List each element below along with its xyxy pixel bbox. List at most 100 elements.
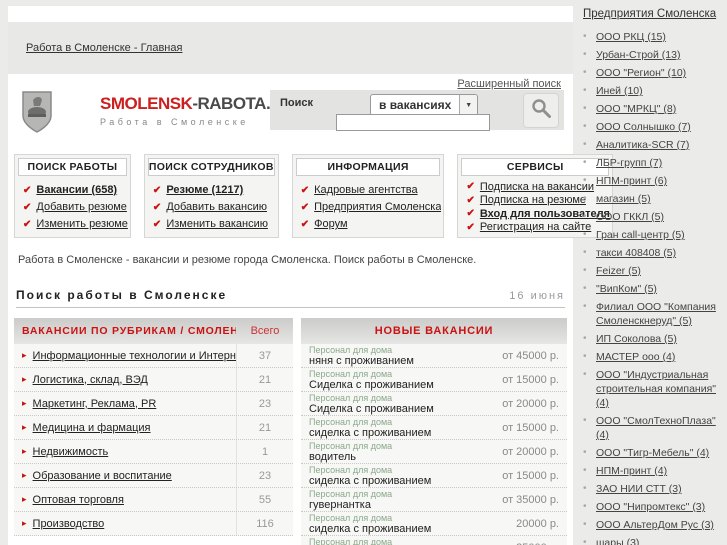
categories-table: ВАКАНСИИ ПО РУБРИКАМ / СМОЛЕНСК Всего ▸ … — [14, 318, 293, 545]
menu-item-link[interactable]: Вакансии (658) — [36, 184, 117, 196]
arrow-right-icon: ▸ — [22, 446, 27, 456]
category-link[interactable]: Маркетинг, Реклама, PR — [33, 398, 157, 410]
list-item: • Иней (10) — [581, 84, 723, 98]
company-link[interactable]: ООО "Регион" (10) — [596, 67, 686, 79]
menu-item[interactable]: ✔ Добавить резюме — [23, 201, 128, 213]
company-link[interactable]: ООО "СмолТехноПлаза" (4) — [596, 415, 716, 441]
chevron-down-icon[interactable]: ▼ — [459, 95, 478, 115]
logo-text-red: SMOLENSK — [100, 94, 193, 113]
check-icon: ✔ — [466, 181, 475, 193]
menu-item[interactable]: ✔ Резюме (1217) — [153, 184, 276, 196]
company-link[interactable]: ИП Соколова (5) — [596, 333, 677, 345]
company-link[interactable]: ООО "МРКЦ" (8) — [596, 103, 676, 115]
company-link[interactable]: ООО ГККЛ (5) — [596, 211, 664, 223]
menu-item[interactable]: ✔ Предприятия Смоленска — [301, 201, 442, 213]
company-link[interactable]: такси 408408 (5) — [596, 247, 676, 259]
search-button[interactable] — [523, 93, 559, 128]
menu-box-job-search: ПОИСК РАБОТЫ ✔ Вакансии (658) ✔ Добавить… — [14, 154, 131, 238]
table-row[interactable]: Персонал для дома сиделка с проживанием … — [301, 464, 567, 488]
company-link[interactable]: ООО РКЦ (15) — [596, 31, 666, 43]
table-row[interactable]: Персонал для дома гувернантка от 35000 р… — [301, 488, 567, 512]
company-link[interactable]: МАСТЕР ооо (4) — [596, 351, 675, 363]
bullet-icon: • — [583, 283, 587, 294]
menu-box-title: ПОИСК РАБОТЫ — [18, 158, 127, 176]
menu-item[interactable]: ✔ Вакансии (658) — [23, 184, 128, 196]
company-link[interactable]: шары (3) — [596, 537, 639, 545]
menu-item[interactable]: ✔ Кадровые агентства — [301, 184, 442, 196]
table-row[interactable]: Персонал для дома няня с проживанием от … — [301, 344, 567, 368]
content-columns: ВАКАНСИИ ПО РУБРИКАМ / СМОЛЕНСК Всего ▸ … — [14, 318, 567, 545]
breadcrumb-home-link[interactable]: Работа в Смоленске - Главная — [26, 42, 182, 54]
menu-item-link[interactable]: Резюме (1217) — [166, 184, 243, 196]
menu-item[interactable]: ✔ Изменить вакансию — [153, 218, 276, 230]
menu-item-link[interactable]: Предприятия Смоленска — [314, 201, 441, 213]
search-label: Поиск — [280, 97, 314, 109]
menu-item-link[interactable]: Добавить вакансию — [166, 201, 267, 213]
menu-item-link[interactable]: Изменить вакансию — [166, 218, 268, 230]
table-row[interactable]: Персонал для дома водитель от 20000 р. — [301, 440, 567, 464]
check-icon: ✔ — [466, 194, 475, 206]
company-link[interactable]: НПМ-принт (6) — [596, 175, 667, 187]
company-link[interactable]: ООО АльтерДом Рус (3) — [596, 519, 714, 531]
list-item: • НПМ-принт (6) — [581, 174, 723, 188]
company-link[interactable]: ООО "Нипромтекс" (3) — [596, 501, 705, 513]
vacancy-category: Персонал для дома — [309, 488, 393, 499]
company-link[interactable]: НПМ-принт (4) — [596, 465, 667, 477]
company-link[interactable]: Аналитика-SCR (7) — [596, 139, 689, 151]
bullet-icon: • — [583, 31, 587, 42]
table-row[interactable]: Персонал для дома няня 25000 р. — [301, 536, 567, 545]
category-link[interactable]: Оптовая торговля — [33, 494, 124, 506]
bullet-icon: • — [583, 537, 587, 545]
vacancy-title: сиделка с проживанием — [309, 474, 432, 487]
menu-item[interactable]: ✔ Добавить вакансию — [153, 201, 276, 213]
company-link[interactable]: ЛБР-групп (7) — [596, 157, 662, 169]
category-count: 21 — [236, 416, 293, 439]
category-link[interactable]: Недвижимость — [33, 446, 109, 458]
menu-item[interactable]: ✔ Форум — [301, 218, 442, 230]
category-link[interactable]: Образование и воспитание — [33, 470, 172, 482]
list-item: • НПМ-принт (4) — [581, 464, 723, 478]
company-link[interactable]: Иней (10) — [596, 85, 643, 97]
menu-item-link[interactable]: Регистрация на сайте — [480, 221, 591, 233]
company-link[interactable]: ООО Солнышко (7) — [596, 121, 691, 133]
table-row[interactable]: Персонал для дома Сиделка с проживанием … — [301, 392, 567, 416]
advanced-search-link[interactable]: Расширенный поиск — [457, 78, 561, 90]
category-link[interactable]: Информационные технологии и Интернет — [33, 350, 236, 362]
company-link[interactable]: Feizer (5) — [596, 265, 641, 277]
table-row: ▸ Информационные технологии и Интернет 3… — [14, 344, 293, 368]
categories-header-label: ВАКАНСИИ ПО РУБРИКАМ / СМОЛЕНСК — [22, 325, 236, 337]
company-link[interactable]: ЗАО НИИ СТТ (3) — [596, 483, 682, 495]
company-link[interactable]: магазин (5) — [596, 193, 651, 205]
menu-item-link[interactable]: Добавить резюме — [36, 201, 127, 213]
menu-item-link[interactable]: Кадровые агентства — [314, 184, 417, 196]
company-link[interactable]: ООО "Тигр-Мебель" (4) — [596, 447, 709, 459]
bullet-icon: • — [583, 211, 587, 222]
search-input[interactable] — [336, 114, 490, 131]
search-bar: Поиск в вакансиях ▼ — [270, 90, 564, 131]
companies-header-link[interactable]: Предприятия Смоленска — [583, 8, 723, 20]
search-scope-select[interactable]: в вакансиях ▼ — [370, 94, 479, 116]
table-row: ▸ Логистика, склад, ВЭД 21 — [14, 368, 293, 392]
menu-item-link[interactable]: Подписка на вакансии — [480, 181, 594, 193]
table-row[interactable]: Персонал для дома сиделка с проживанием … — [301, 416, 567, 440]
table-row[interactable]: Персонал для дома сиделка с проживанием … — [301, 512, 567, 536]
company-link[interactable]: ООО "Индустриальная строительная компани… — [596, 369, 716, 409]
category-link[interactable]: Медицина и фармация — [33, 422, 151, 434]
company-link[interactable]: Гран call-центр (5) — [596, 229, 685, 241]
menu-item-link[interactable]: Подписка на резюме — [480, 194, 586, 206]
company-link[interactable]: "ВипКом" (5) — [596, 283, 657, 295]
category-link[interactable]: Производство — [33, 518, 105, 530]
arrow-right-icon: ▸ — [22, 350, 27, 360]
new-vacancies-table: НОВЫЕ ВАКАНСИИ Персонал для дома няня с … — [301, 318, 567, 545]
menu-item-link[interactable]: Форум — [314, 218, 347, 230]
list-item: • ООО "Регион" (10) — [581, 66, 723, 80]
company-link[interactable]: Филиал ООО "Компания Смоленскнеруд" (5) — [596, 301, 716, 327]
table-row[interactable]: Персонал для дома Сиделка с проживанием … — [301, 368, 567, 392]
category-link[interactable]: Логистика, склад, ВЭД — [33, 374, 148, 386]
bullet-icon: • — [583, 229, 587, 240]
menu-item-link[interactable]: Изменить резюме — [36, 218, 128, 230]
menu-item[interactable]: ✔ Изменить резюме — [23, 218, 128, 230]
vacancy-category: Персонал для дома — [309, 440, 393, 451]
vacancy-category: Персонал для дома — [309, 416, 393, 427]
company-link[interactable]: Урбан-Строй (13) — [596, 49, 680, 61]
